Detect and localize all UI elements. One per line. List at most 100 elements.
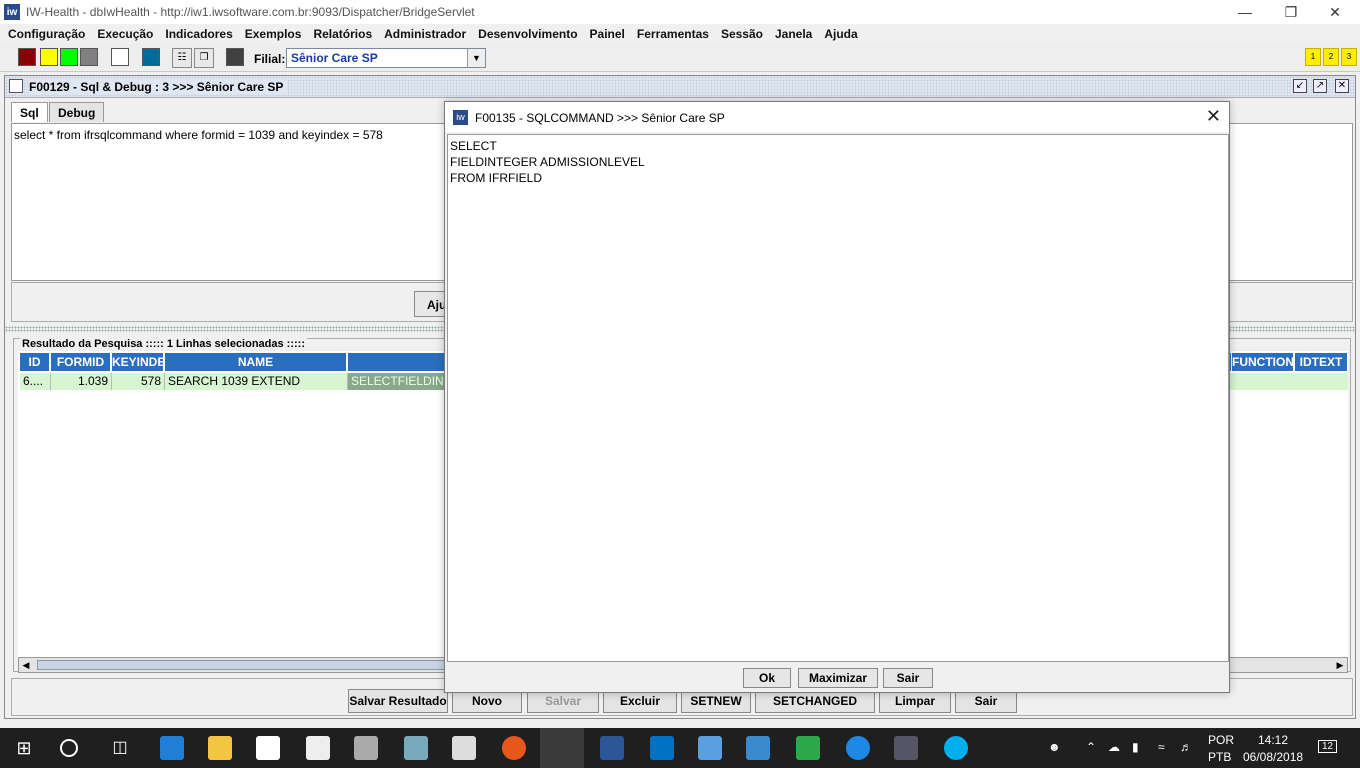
salvar-resultado-button[interactable]: Salvar Resultado	[348, 689, 448, 713]
app-icon-remote[interactable]	[746, 736, 770, 760]
clock-time[interactable]: 14:12	[1258, 733, 1288, 747]
sqlcommand-dialog: iw F00135 - SQLCOMMAND >>> Sênior Care S…	[444, 101, 1230, 693]
search-icon[interactable]	[60, 739, 78, 757]
tab-debug[interactable]: Debug	[49, 102, 105, 122]
maximizar-button[interactable]: Maximizar	[798, 668, 878, 688]
file-explorer-icon[interactable]	[208, 736, 232, 760]
close-icon[interactable]: ✕	[1206, 106, 1221, 127]
menu-relatorios[interactable]: Relatórios	[307, 27, 378, 41]
windows-icon[interactable]: ❐	[194, 48, 214, 68]
minimize-icon[interactable]: —	[1222, 0, 1268, 24]
menu-exemplos[interactable]: Exemplos	[239, 27, 308, 41]
menu-ferramentas[interactable]: Ferramentas	[631, 27, 715, 41]
menu-bar: Configuração Execução Indicadores Exempl…	[0, 24, 1360, 44]
close-icon[interactable]: ✕	[1335, 79, 1349, 93]
restore-icon[interactable]: ❐	[1268, 0, 1314, 24]
dialog-titlebar: iw F00135 - SQLCOMMAND >>> Sênior Care S…	[445, 102, 1229, 132]
people-icon[interactable]: ☻	[1048, 740, 1061, 754]
maximize-icon[interactable]: ↗	[1313, 79, 1327, 93]
mail-icon[interactable]	[306, 736, 330, 760]
scroll-right-icon[interactable]: ▶	[1333, 658, 1347, 672]
scroll-thumb[interactable]	[37, 660, 457, 670]
app-icon-notes[interactable]	[404, 736, 428, 760]
tree-icon[interactable]: ☷	[172, 48, 192, 68]
filial-select[interactable]: Sênior Care SP ▼	[286, 48, 486, 68]
result-title: Resultado da Pesquisa ::::: 1 Linhas sel…	[20, 338, 307, 350]
sql-text: select * from ifrsqlcommand where formid…	[14, 128, 383, 142]
chevron-up-icon[interactable]: ⌃	[1086, 740, 1096, 754]
filial-value: Sênior Care SP	[291, 51, 378, 65]
app-icon-sync[interactable]	[846, 736, 870, 760]
menu-administrador[interactable]: Administrador	[378, 27, 472, 41]
cell-formid[interactable]: 1.039	[51, 373, 112, 390]
menu-indicadores[interactable]: Indicadores	[159, 27, 238, 41]
sql-line: SELECT	[450, 139, 497, 153]
wifi-icon[interactable]: ≈	[1158, 740, 1165, 754]
menu-configuracao[interactable]: Configuração	[2, 27, 91, 41]
num-button-1[interactable]: 1	[1305, 48, 1321, 66]
app-icon: iw	[4, 4, 20, 20]
cell-keyindex[interactable]: 578	[112, 373, 165, 390]
minimize-icon[interactable]: ↙	[1293, 79, 1307, 93]
language-top[interactable]: POR	[1208, 733, 1234, 747]
column-header-idtext[interactable]: IDTEXT	[1295, 353, 1348, 371]
visual-studio-icon[interactable]	[796, 736, 820, 760]
edge-icon[interactable]	[160, 736, 184, 760]
menu-sessao[interactable]: Sessão	[715, 27, 769, 41]
tab-sql[interactable]: Sql	[11, 102, 48, 122]
onedrive-icon[interactable]: ☁	[1108, 740, 1120, 754]
taskbar: ⊞ ◫ ☻ ⌃ ☁ ▮ ≈ ♬ POR PTB 14:12 06/08/2018…	[0, 728, 1360, 768]
dialog-title: F00135 - SQLCOMMAND >>> Sênior Care SP	[475, 111, 725, 125]
outlook-icon[interactable]	[650, 736, 674, 760]
firefox-icon[interactable]	[502, 736, 526, 760]
notifications-icon[interactable]: 12	[1318, 740, 1338, 753]
word-icon[interactable]	[600, 736, 624, 760]
cell-sql-selected[interactable]: SELECTFIELDINT	[348, 373, 451, 390]
column-header-id[interactable]: ID	[20, 353, 50, 371]
windows-start-icon[interactable]: ⊞	[12, 736, 36, 760]
sql-command-textarea[interactable]: SELECT FIELDINTEGER ADMISSIONLEVEL FROM …	[447, 134, 1229, 662]
menu-execucao[interactable]: Execução	[91, 27, 159, 41]
color-swatch-white[interactable]	[111, 48, 129, 66]
close-icon[interactable]: ✕	[1312, 0, 1358, 24]
color-swatch-darkred[interactable]	[18, 48, 36, 66]
menu-desenvolvimento[interactable]: Desenvolvimento	[472, 27, 583, 41]
scroll-left-icon[interactable]: ◀	[19, 658, 33, 672]
battery-icon[interactable]: ▮	[1132, 740, 1139, 754]
cell-id[interactable]: 6....	[20, 373, 51, 390]
window-title: IW-Health - dbIwHealth - http://iw1.iwso…	[26, 5, 475, 19]
clock-date[interactable]: 06/08/2018	[1243, 750, 1303, 764]
color-swatch-gray[interactable]	[80, 48, 98, 66]
frame-title: F00129 - Sql & Debug : 3 >>> Sênior Care…	[29, 80, 288, 94]
app-icon-gateway[interactable]	[894, 736, 918, 760]
filial-label: Filial:	[254, 52, 286, 66]
ok-button[interactable]: Ok	[743, 668, 791, 688]
column-header-function[interactable]: FUNCTION	[1232, 353, 1294, 371]
task-view-icon[interactable]: ◫	[108, 736, 132, 760]
color-swatch-yellow[interactable]	[40, 48, 58, 66]
app-icon-network[interactable]	[354, 736, 378, 760]
menu-painel[interactable]: Painel	[584, 27, 631, 41]
chevron-down-icon[interactable]: ▼	[467, 49, 485, 67]
menu-janela[interactable]: Janela	[769, 27, 818, 41]
column-header-keyindex[interactable]: KEYINDE	[112, 353, 165, 371]
toolbar: ☷ ❐ Filial: Sênior Care SP ▼ 1 2 3	[0, 44, 1360, 72]
num-button-2[interactable]: 2	[1323, 48, 1339, 66]
sair-button[interactable]: Sair	[883, 668, 933, 688]
cell-name[interactable]: SEARCH 1039 EXTEND	[165, 373, 348, 390]
column-header-formid[interactable]: FORMID	[51, 353, 111, 371]
calendar-icon[interactable]	[452, 736, 476, 760]
java-app-icon-active[interactable]	[540, 728, 584, 768]
color-swatch-dark[interactable]	[226, 48, 244, 66]
num-button-3[interactable]: 3	[1341, 48, 1357, 66]
color-swatch-green[interactable]	[60, 48, 78, 66]
language-bottom[interactable]: PTB	[1208, 750, 1231, 764]
sql-line: FROM IFRFIELD	[450, 171, 542, 185]
volume-icon[interactable]: ♬	[1180, 740, 1192, 754]
app-icon-box[interactable]	[698, 736, 722, 760]
skype-icon[interactable]	[944, 736, 968, 760]
color-swatch-blue[interactable]	[142, 48, 160, 66]
column-header-name[interactable]: NAME	[165, 353, 347, 371]
menu-ajuda[interactable]: Ajuda	[818, 27, 863, 41]
store-icon[interactable]	[256, 736, 280, 760]
